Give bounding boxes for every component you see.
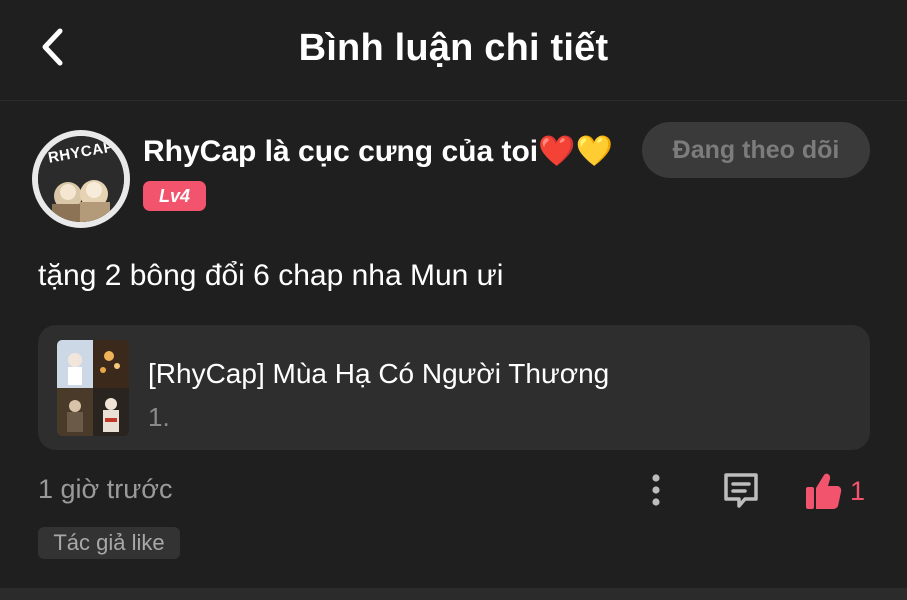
story-thumbnail-art [57, 340, 129, 436]
avatar-image: RHYCAP [38, 136, 124, 222]
comment-text: tặng 2 bông đổi 6 chap nha Mun ưi [38, 259, 504, 292]
story-chapter: 1. [148, 402, 170, 432]
author-liked-badge: Tác giả like [38, 527, 180, 559]
reply-button[interactable] [718, 467, 764, 513]
more-vertical-icon [652, 474, 660, 506]
section-divider [0, 588, 907, 600]
avatar[interactable]: RHYCAP [32, 130, 130, 228]
header-bar: Bình luận chi tiết [0, 0, 907, 101]
level-badge: Lv4 [143, 181, 206, 211]
like-button[interactable]: 1 [804, 468, 874, 514]
more-options-button[interactable] [640, 470, 672, 510]
comment-icon [724, 473, 758, 508]
story-card[interactable]: [RhyCap] Mùa Hạ Có Người Thương 1. [38, 325, 870, 450]
like-count: 1 [850, 475, 866, 506]
thumbs-up-icon [806, 473, 842, 509]
follow-button[interactable]: Đang theo dõi [642, 122, 870, 178]
username[interactable]: RhyCap là cục cưng của toi❤️💛 [143, 134, 613, 169]
page-title: Bình luận chi tiết [298, 27, 609, 69]
story-thumbnail [57, 340, 129, 436]
story-title: [RhyCap] Mùa Hạ Có Người Thương [148, 358, 610, 389]
comment-timestamp: 1 giờ trước [38, 474, 173, 504]
